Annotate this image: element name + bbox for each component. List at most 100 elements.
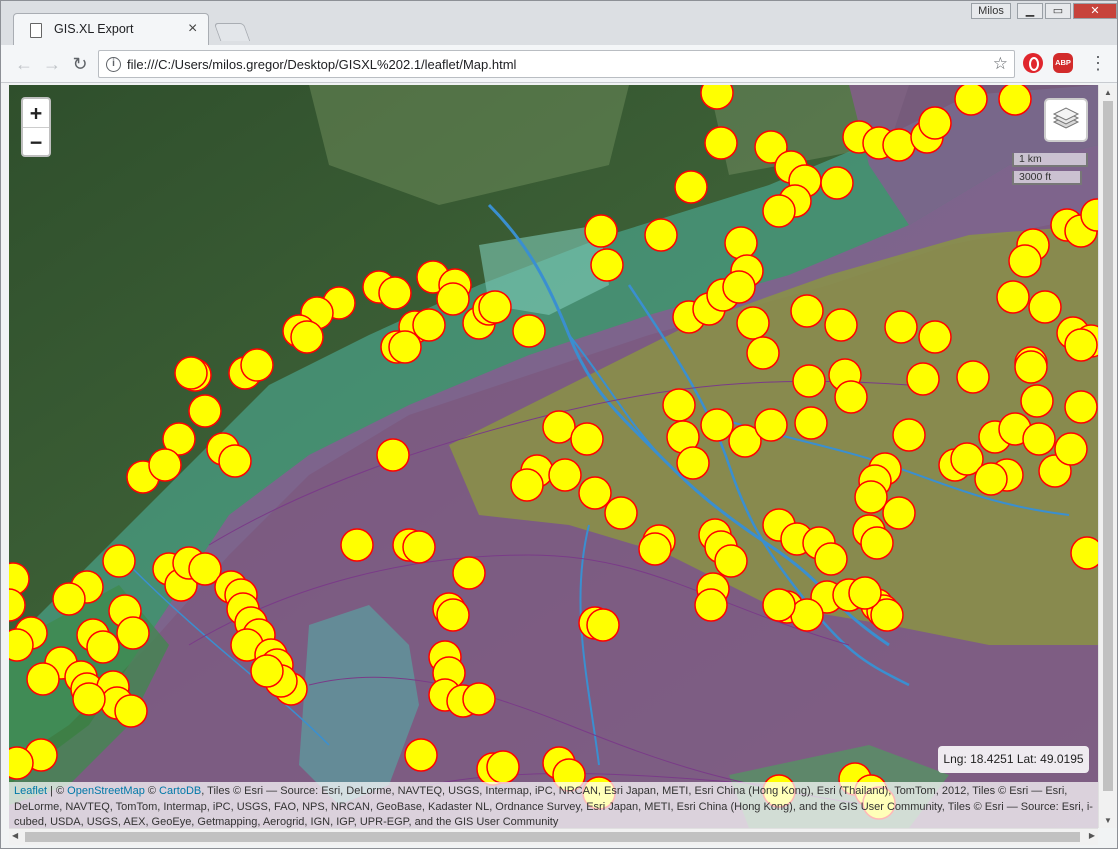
map-marker[interactable] bbox=[1008, 244, 1042, 278]
map-marker[interactable] bbox=[478, 290, 512, 324]
info-icon[interactable]: i bbox=[106, 57, 121, 72]
map-marker[interactable] bbox=[974, 462, 1008, 496]
map-marker[interactable] bbox=[724, 226, 758, 260]
map-marker[interactable] bbox=[570, 422, 604, 456]
map-marker[interactable] bbox=[578, 476, 612, 510]
map-marker[interactable] bbox=[662, 388, 696, 422]
map-marker[interactable] bbox=[714, 544, 748, 578]
map-marker[interactable] bbox=[86, 630, 120, 664]
vertical-scrollbar[interactable]: ▲ ▼ bbox=[1098, 85, 1117, 828]
map-marker[interactable] bbox=[240, 348, 274, 382]
zoom-out-button[interactable]: − bbox=[23, 127, 49, 155]
tab-close-icon[interactable]: × bbox=[188, 20, 197, 38]
map-marker[interactable] bbox=[1070, 536, 1098, 570]
osm-link[interactable]: OpenStreetMap bbox=[67, 785, 145, 797]
scroll-up-icon[interactable]: ▲ bbox=[1104, 88, 1112, 97]
map-marker[interactable] bbox=[644, 218, 678, 252]
map-marker[interactable] bbox=[998, 85, 1032, 116]
map-marker[interactable] bbox=[148, 448, 182, 482]
profile-button[interactable]: Milos bbox=[971, 3, 1011, 19]
map-marker[interactable] bbox=[604, 496, 638, 530]
map-marker[interactable] bbox=[510, 468, 544, 502]
map-marker[interactable] bbox=[376, 438, 410, 472]
menu-icon[interactable]: ⋮ bbox=[1089, 52, 1107, 74]
leaflet-link[interactable]: Leaflet bbox=[14, 785, 47, 797]
map-marker[interactable] bbox=[694, 588, 728, 622]
map-marker[interactable] bbox=[700, 85, 734, 110]
horizontal-scroll-thumb[interactable] bbox=[25, 832, 1080, 842]
map-marker[interactable] bbox=[462, 682, 496, 716]
map-marker[interactable] bbox=[72, 682, 106, 716]
map-marker[interactable] bbox=[834, 380, 868, 414]
map-marker[interactable] bbox=[542, 410, 576, 444]
map-marker[interactable] bbox=[762, 194, 796, 228]
map-marker[interactable] bbox=[746, 336, 780, 370]
map-marker[interactable] bbox=[762, 588, 796, 622]
map-marker[interactable] bbox=[26, 662, 60, 696]
scroll-left-icon[interactable]: ◀ bbox=[12, 831, 18, 840]
tab-gis-xl-export[interactable]: GIS.XL Export × bbox=[13, 13, 209, 46]
reload-icon[interactable]: ↻ bbox=[69, 53, 91, 75]
map-marker[interactable] bbox=[218, 444, 252, 478]
map-marker[interactable] bbox=[436, 598, 470, 632]
map-marker[interactable] bbox=[188, 394, 222, 428]
map-marker[interactable] bbox=[704, 126, 738, 160]
map-marker[interactable] bbox=[388, 330, 422, 364]
map-marker[interactable] bbox=[882, 128, 916, 162]
map-marker[interactable] bbox=[512, 314, 546, 348]
map-marker[interactable] bbox=[954, 85, 988, 116]
close-window-button[interactable]: ✕ bbox=[1073, 3, 1117, 19]
scroll-right-icon[interactable]: ▶ bbox=[1089, 831, 1095, 840]
map-marker[interactable] bbox=[754, 408, 788, 442]
abp-icon[interactable]: ABP bbox=[1053, 53, 1073, 73]
map-marker[interactable] bbox=[722, 270, 756, 304]
map-marker[interactable] bbox=[116, 616, 150, 650]
map-marker[interactable] bbox=[884, 310, 918, 344]
map-marker[interactable] bbox=[906, 362, 940, 396]
map-marker[interactable] bbox=[436, 282, 470, 316]
map-marker[interactable] bbox=[9, 746, 34, 780]
map-marker[interactable] bbox=[584, 214, 618, 248]
map-marker[interactable] bbox=[290, 320, 324, 354]
map-marker[interactable] bbox=[854, 480, 888, 514]
map-viewport[interactable]: + − 1 km 3000 ft Lng: 18.4251 Lat: 49.01… bbox=[9, 85, 1098, 828]
forward-icon[interactable]: → bbox=[41, 53, 63, 75]
map-marker[interactable] bbox=[792, 364, 826, 398]
map-marker[interactable] bbox=[1054, 432, 1088, 466]
map-marker[interactable] bbox=[824, 308, 858, 342]
cartodb-link[interactable]: CartoDB bbox=[159, 785, 201, 797]
map-marker[interactable] bbox=[590, 248, 624, 282]
map-marker[interactable] bbox=[250, 654, 284, 688]
new-tab-button[interactable] bbox=[213, 23, 251, 41]
map-marker[interactable] bbox=[586, 608, 620, 642]
map-marker[interactable] bbox=[548, 458, 582, 492]
map-marker[interactable] bbox=[638, 532, 672, 566]
map-marker[interactable] bbox=[700, 408, 734, 442]
map-marker[interactable] bbox=[9, 628, 34, 662]
minimize-button[interactable]: ▁ bbox=[1017, 3, 1043, 19]
map-marker[interactable] bbox=[674, 170, 708, 204]
map-marker[interactable] bbox=[814, 542, 848, 576]
map-marker[interactable] bbox=[848, 576, 882, 610]
map-marker[interactable] bbox=[996, 280, 1030, 314]
map-marker[interactable] bbox=[102, 544, 136, 578]
map-marker[interactable] bbox=[52, 582, 86, 616]
map-marker[interactable] bbox=[736, 306, 770, 340]
vertical-scroll-thumb[interactable] bbox=[1103, 101, 1113, 791]
map-marker[interactable] bbox=[404, 738, 438, 772]
map-marker[interactable] bbox=[452, 556, 486, 590]
back-icon[interactable]: ← bbox=[13, 53, 35, 75]
map-marker[interactable] bbox=[1064, 328, 1098, 362]
zoom-in-button[interactable]: + bbox=[23, 99, 49, 127]
map-marker[interactable] bbox=[956, 360, 990, 394]
map-marker[interactable] bbox=[114, 694, 148, 728]
horizontal-scrollbar[interactable]: ◀ ▶ bbox=[9, 828, 1098, 845]
map-marker[interactable] bbox=[1014, 350, 1048, 384]
map-marker[interactable] bbox=[676, 446, 710, 480]
maximize-button[interactable]: ▭ bbox=[1045, 3, 1071, 19]
map-marker[interactable] bbox=[790, 294, 824, 328]
map-marker[interactable] bbox=[918, 320, 952, 354]
opera-icon[interactable] bbox=[1023, 53, 1043, 73]
address-bar[interactable]: i file:///C:/Users/milos.gregor/Desktop/… bbox=[98, 50, 1015, 78]
url-text[interactable]: file:///C:/Users/milos.gregor/Desktop/GI… bbox=[127, 57, 516, 72]
